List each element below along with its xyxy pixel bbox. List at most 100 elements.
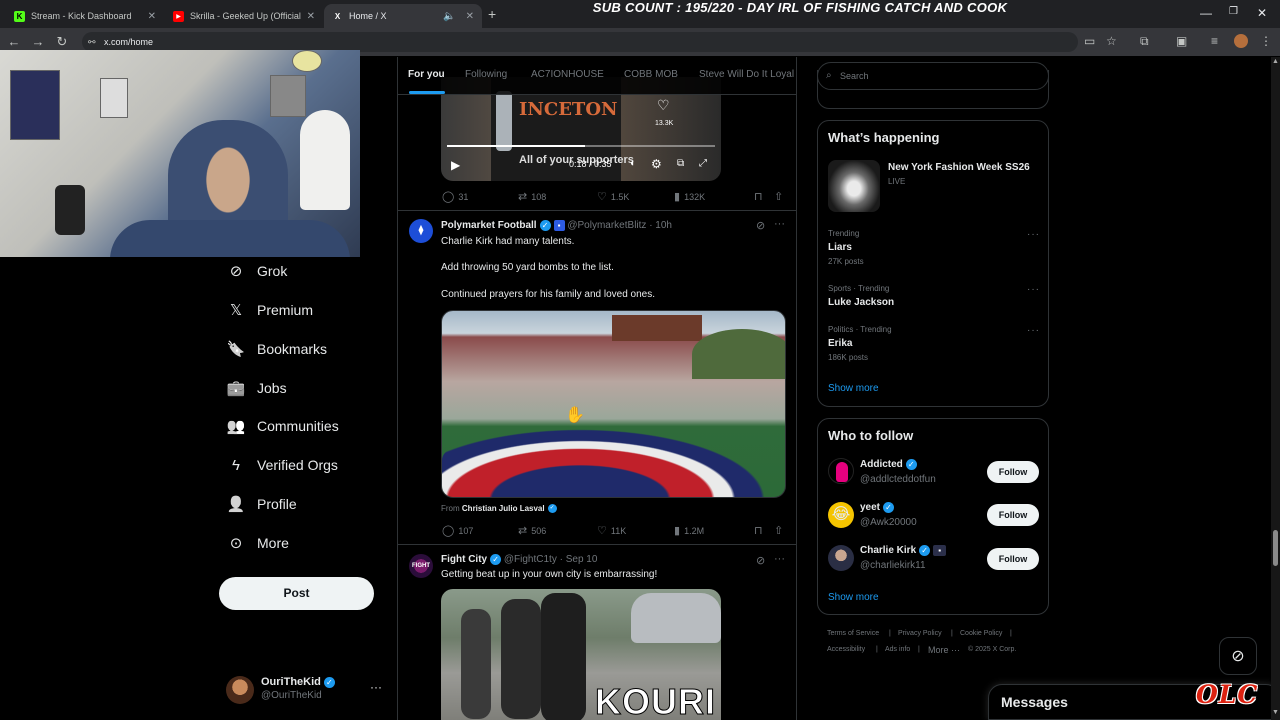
- show-more-link[interactable]: Show more: [828, 592, 879, 603]
- more-dots-icon[interactable]: ···: [1027, 229, 1040, 240]
- share-button[interactable]: ⇧: [774, 524, 787, 537]
- tab-following[interactable]: Following: [465, 69, 507, 80]
- avatar[interactable]: [828, 458, 854, 484]
- account-switcher[interactable]: OuriTheKid ✓ @OuriTheKid ···: [226, 674, 386, 704]
- scroll-down-icon[interactable]: ▼: [1272, 709, 1279, 716]
- close-tab-icon[interactable]: ✕: [148, 11, 156, 22]
- extensions-icon[interactable]: ⧉: [1140, 34, 1149, 49]
- author-handle[interactable]: @PolymarketBlitz: [567, 220, 646, 231]
- follow-button[interactable]: Follow: [987, 504, 1039, 526]
- site-info-icon[interactable]: ⚯: [88, 32, 96, 52]
- more-dots-icon[interactable]: ···: [1027, 325, 1040, 336]
- footer-link[interactable]: Ads info: [885, 646, 910, 653]
- mute-icon[interactable]: ◖: [629, 158, 635, 169]
- avatar[interactable]: [828, 545, 854, 571]
- stadium-video[interactable]: ✋: [441, 310, 786, 498]
- show-more-link[interactable]: Show more: [828, 383, 879, 394]
- footer-link[interactable]: Accessibility: [827, 646, 865, 653]
- nav-communities[interactable]: 👥 Communities: [227, 413, 339, 439]
- settings-gear-icon[interactable]: ⚙: [651, 157, 662, 171]
- author-name[interactable]: Polymarket Football: [441, 220, 537, 231]
- tweet-time[interactable]: · Sep 10: [560, 554, 598, 565]
- grok-explain-icon[interactable]: ⊘: [756, 219, 765, 232]
- tab-for-you[interactable]: For you: [408, 69, 445, 80]
- grok-floating-button[interactable]: ⊘: [1219, 637, 1257, 675]
- nav-verified-orgs[interactable]: ϟ Verified Orgs: [227, 452, 338, 478]
- play-icon[interactable]: ▶: [451, 158, 460, 172]
- reply-button[interactable]: ◯ 107: [442, 524, 473, 537]
- reading-list-icon[interactable]: ≡: [1211, 34, 1218, 48]
- url-input[interactable]: ⚯ x.com/home: [82, 32, 1078, 52]
- tab-ac7ionhouse[interactable]: AC7IONHOUSE: [531, 69, 604, 80]
- more-dots-icon[interactable]: ···: [774, 218, 785, 230]
- follow-button[interactable]: Follow: [987, 548, 1039, 570]
- repost-button[interactable]: ⇄ 506: [518, 524, 546, 537]
- tweet-time[interactable]: · 10h: [649, 220, 672, 231]
- heart-overlay-icon[interactable]: ♡: [657, 97, 670, 114]
- bookmark-button[interactable]: ⊓: [754, 190, 767, 203]
- views-button[interactable]: ▮ 132K: [674, 190, 705, 203]
- audio-icon[interactable]: 🔈: [443, 11, 455, 22]
- bookmark-star-icon[interactable]: ☆: [1106, 34, 1117, 48]
- user-name[interactable]: Addicted ✓: [860, 459, 917, 470]
- street-video[interactable]: KOURI: [441, 589, 721, 720]
- avatar[interactable]: FIGHT: [409, 554, 433, 578]
- browser-tab-youtube[interactable]: ▶ Skrilla - Geeked Up (Official Vid ✕: [165, 4, 323, 28]
- footer-link[interactable]: Cookie Policy: [960, 630, 1002, 637]
- share-button[interactable]: ⇧: [774, 190, 787, 203]
- minimize-icon[interactable]: —: [1200, 6, 1212, 20]
- more-dots-icon[interactable]: ···: [774, 553, 785, 565]
- more-dots-icon[interactable]: ···: [370, 680, 382, 694]
- browser-tab-x[interactable]: X Home / X 🔈 ✕: [324, 4, 482, 28]
- event-thumbnail[interactable]: [828, 160, 880, 212]
- bookmark-button[interactable]: ⊓: [754, 524, 767, 537]
- profile-avatar-icon[interactable]: [1234, 34, 1248, 48]
- more-dots-icon[interactable]: ···: [1027, 284, 1040, 295]
- scrollbar-thumb[interactable]: [1273, 530, 1278, 566]
- footer-link[interactable]: Privacy Policy: [898, 630, 942, 637]
- nav-profile[interactable]: 👤 Profile: [227, 491, 297, 517]
- user-name[interactable]: Charlie Kirk ✓ ▪: [860, 545, 947, 556]
- split-view-icon[interactable]: ▣: [1176, 34, 1187, 48]
- nav-premium[interactable]: 𝕏 Premium: [227, 297, 313, 323]
- browser-tab-kick[interactable]: K Stream - Kick Dashboard ✕: [6, 4, 164, 28]
- footer-more[interactable]: More ···: [928, 645, 960, 655]
- footer-link[interactable]: Terms of Service: [827, 630, 879, 637]
- fullscreen-icon[interactable]: ⤢: [699, 158, 707, 169]
- reply-button[interactable]: ◯ 31: [442, 190, 468, 203]
- grok-explain-icon[interactable]: ⊘: [756, 554, 765, 567]
- pip-icon[interactable]: ⧉: [677, 158, 684, 169]
- post-button[interactable]: Post: [219, 577, 374, 610]
- trend-item[interactable]: Liars: [828, 242, 852, 253]
- nav-jobs[interactable]: 💼 Jobs: [227, 375, 287, 401]
- tab-cobb-mob[interactable]: COBB MOB: [624, 69, 678, 80]
- close-tab-icon[interactable]: ✕: [307, 11, 315, 22]
- user-name[interactable]: yeet ✓: [860, 502, 895, 513]
- nav-grok[interactable]: ⊘ Grok: [227, 258, 288, 284]
- page-scrollbar[interactable]: [1271, 57, 1280, 720]
- nav-bookmarks[interactable]: 🔖 Bookmarks: [227, 336, 327, 362]
- close-tab-icon[interactable]: ✕: [466, 11, 474, 22]
- close-window-icon[interactable]: ✕: [1257, 6, 1267, 20]
- scroll-up-icon[interactable]: ▲: [1272, 58, 1279, 65]
- follow-button[interactable]: Follow: [987, 461, 1039, 483]
- event-name[interactable]: New York Fashion Week SS26: [888, 162, 1030, 173]
- reload-icon[interactable]: ↻: [54, 34, 70, 50]
- repost-button[interactable]: ⇄ 108: [518, 190, 546, 203]
- views-button[interactable]: ▮ 1.2M: [674, 524, 704, 537]
- trend-item[interactable]: Erika: [828, 338, 852, 349]
- forward-icon[interactable]: →: [30, 34, 46, 49]
- like-button[interactable]: ♡ 11K: [597, 524, 626, 537]
- author-name[interactable]: Fight City: [441, 554, 487, 565]
- trend-item[interactable]: Luke Jackson: [828, 297, 894, 308]
- source-name[interactable]: Christian Julio Lasval: [462, 504, 545, 513]
- restore-icon[interactable]: ❐: [1229, 6, 1238, 17]
- avatar[interactable]: ⧫: [409, 219, 433, 243]
- author-handle[interactable]: @FightC1ty: [504, 554, 557, 565]
- nav-more[interactable]: ⊙ More: [227, 530, 289, 556]
- new-tab-button[interactable]: +: [488, 6, 496, 22]
- avatar[interactable]: 😂: [828, 502, 854, 528]
- cast-icon[interactable]: ▭: [1084, 34, 1095, 48]
- like-button[interactable]: ♡ 1.5K: [597, 190, 629, 203]
- browser-menu-icon[interactable]: ⋮: [1260, 34, 1272, 48]
